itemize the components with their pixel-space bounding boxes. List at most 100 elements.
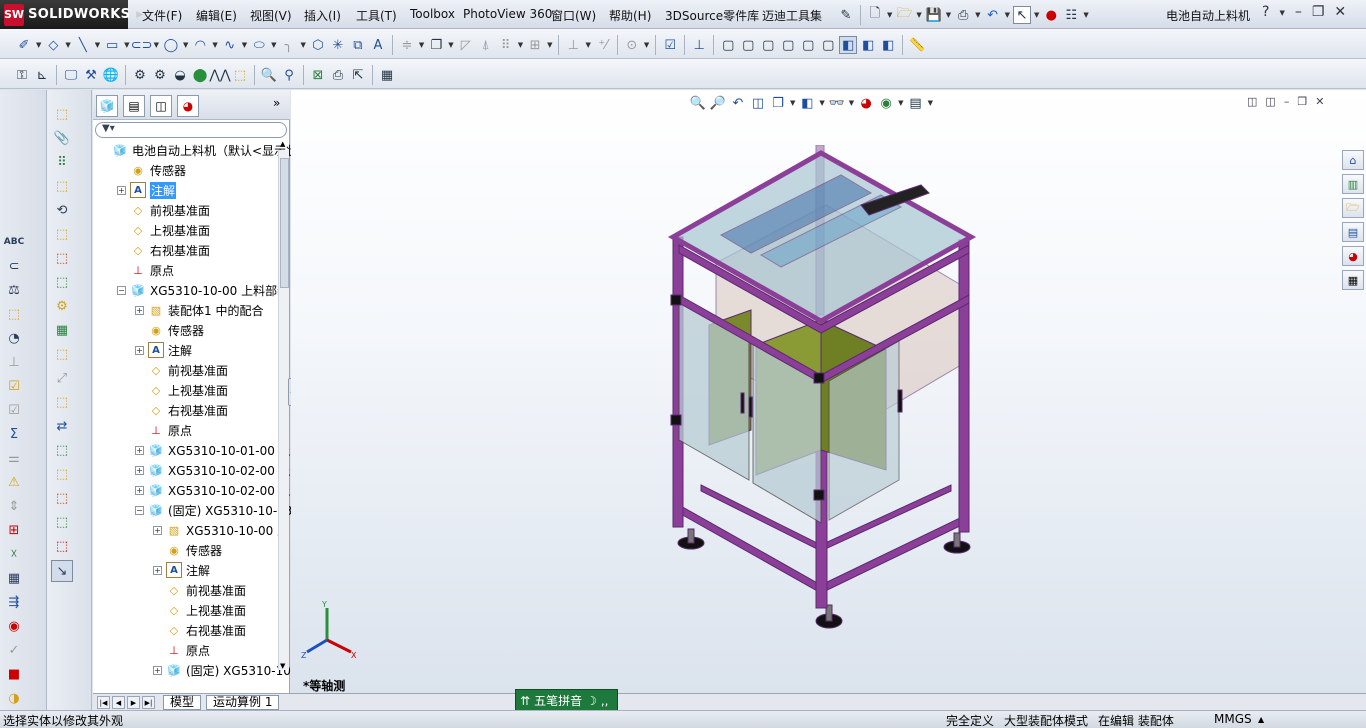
chevron-down-icon[interactable]: ▼ — [124, 41, 129, 49]
ime-arrow-icon[interactable]: ⇈ — [520, 694, 530, 708]
ime-name[interactable]: 五笔拼音 — [534, 692, 582, 709]
property-manager-tab-icon[interactable]: ▤ — [123, 95, 145, 117]
tree-item[interactable]: ◇ 上视基准面 — [135, 380, 228, 400]
polygon-icon[interactable]: ⬡ — [309, 36, 327, 54]
open-folder-icon[interactable]: 🗁 — [895, 6, 913, 24]
tree-item[interactable]: ◇ 右视基准面 — [117, 240, 210, 260]
tree-item[interactable]: − 🧊 XG5310-10-00 上料部装 — [117, 280, 289, 300]
chevron-down-icon[interactable]: ▼ — [419, 41, 424, 49]
next-tab-icon[interactable]: ▶ — [127, 696, 140, 709]
view-orientation-icon[interactable]: ❐ — [769, 94, 787, 112]
undo-icon[interactable]: ↶ — [984, 6, 1002, 24]
chevron-down-icon[interactable]: ▼ — [849, 99, 854, 107]
stamp-icon[interactable]: ⬚ — [52, 536, 72, 556]
chevron-down-icon[interactable]: ▼ — [887, 11, 892, 19]
shaded-icon[interactable]: ◧ — [859, 36, 877, 54]
hidden-lines-visible-icon[interactable]: ▢ — [739, 36, 757, 54]
zoom-to-fit-icon[interactable]: 🔍 — [689, 94, 707, 112]
text-icon[interactable]: A — [369, 36, 387, 54]
chevron-down-icon[interactable]: ▼ — [916, 11, 921, 19]
shaded-edges-icon[interactable]: ▢ — [779, 36, 797, 54]
file-properties-icon[interactable]: ☷ — [1062, 6, 1080, 24]
instant3d-icon[interactable]: ⬚ — [52, 392, 72, 412]
apply-scene-icon[interactable]: ◉ — [877, 94, 895, 112]
component-icon[interactable]: ⊞ — [4, 520, 24, 540]
design-library-icon[interactable]: ▥ — [1342, 174, 1364, 194]
linear-pattern-icon[interactable]: ⠿ — [497, 36, 515, 54]
routing-icon[interactable]: ⇶ — [4, 592, 24, 612]
chevron-down-icon[interactable]: ▼ — [1034, 11, 1039, 19]
move-component-icon[interactable]: ⬚ — [4, 304, 24, 324]
view-settings-icon[interactable]: ▤ — [907, 94, 925, 112]
scrollbar-thumb[interactable] — [280, 158, 289, 288]
checklist-icon[interactable]: ☑ — [4, 376, 24, 396]
appearances-icon[interactable]: ◕ — [1342, 246, 1364, 266]
reference-geometry-icon[interactable]: ⬚ — [52, 272, 72, 292]
appearance-icon[interactable]: ◑ — [4, 688, 24, 708]
section-view-icon[interactable]: ◫ — [749, 94, 767, 112]
move-entities-icon[interactable]: ⊞ — [526, 36, 544, 54]
feature-tree-tab-icon[interactable]: 🧊 — [96, 95, 118, 117]
tree-item[interactable]: + 🧊 XG5310-10-02-00 上 — [135, 460, 291, 480]
update-icon[interactable]: ⇄ — [52, 416, 72, 436]
expand-icon[interactable]: + — [135, 445, 144, 455]
tree-item[interactable]: + A 注解 — [117, 180, 177, 200]
exploded-view-icon[interactable]: ⬚ — [52, 344, 72, 364]
viewport-split-icon[interactable]: ◫ — [1247, 95, 1257, 108]
draft-quality-icon[interactable]: ▢ — [799, 36, 817, 54]
gear-settings-icon[interactable]: ⚙ — [151, 66, 169, 84]
punctuation-icon[interactable]: ,, — [601, 694, 609, 708]
chevron-down-icon[interactable]: ▼ — [585, 41, 590, 49]
bowl-icon[interactable]: ◒ — [171, 66, 189, 84]
filter-icon[interactable]: ▼▾ — [102, 123, 115, 134]
viewport-minimize-icon[interactable]: – — [1284, 95, 1290, 108]
tree-item[interactable]: + A 注解 — [153, 560, 210, 580]
export-icon[interactable]: ⇱ — [349, 66, 367, 84]
spelling-check-icon[interactable]: ABC — [4, 232, 24, 252]
chevron-down-icon[interactable]: ▼ — [448, 41, 453, 49]
sigma-icon[interactable]: Σ — [4, 424, 24, 444]
view-palette-icon[interactable]: ▤ — [1342, 222, 1364, 242]
tree-item[interactable]: ◉ 传感器 — [153, 540, 222, 560]
tree-item[interactable]: ◉ 传感器 — [117, 160, 186, 180]
expand-icon[interactable]: + — [153, 565, 162, 575]
print-icon[interactable]: ⎙ — [954, 6, 972, 24]
tab-model[interactable]: 模型 — [163, 695, 202, 710]
menu-edit[interactable]: 编辑(E) — [196, 7, 237, 24]
close-button[interactable]: ✕ — [1334, 4, 1346, 20]
calculator-icon[interactable]: ▦ — [378, 66, 396, 84]
bolt-icon[interactable]: ⊥ — [4, 352, 24, 372]
viewport-restore-icon[interactable]: ❐ — [1297, 95, 1307, 108]
menu-maidi[interactable]: 迈迪工具集 — [762, 7, 822, 24]
spring-icon[interactable]: ⋀⋀ — [209, 66, 230, 84]
tree-item[interactable]: ◇ 上视基准面 — [117, 220, 210, 240]
menu-toolbox[interactable]: Toolbox — [410, 7, 455, 21]
warning-icon[interactable]: ⚠ — [4, 472, 24, 492]
tree-item[interactable]: ⊥ 原点 — [153, 640, 210, 660]
chevron-down-icon[interactable]: ▼ — [212, 41, 217, 49]
tree-item[interactable]: ◉ 传感器 — [135, 320, 204, 340]
arrow-down-icon[interactable]: ↘ — [51, 560, 73, 582]
plane-icon[interactable]: ⧉ — [349, 36, 367, 54]
chevron-down-icon[interactable]: ▼ — [154, 41, 159, 49]
relation-icon[interactable]: ⊥ — [564, 36, 582, 54]
prev-tab-icon[interactable]: ◀ — [112, 696, 125, 709]
tree-scrollbar[interactable]: ▲ ▼ — [278, 140, 289, 670]
collapse-icon[interactable]: − — [117, 285, 126, 295]
perspective-icon[interactable]: ◧ — [879, 36, 897, 54]
scroll-down-icon[interactable]: ▼ — [280, 662, 285, 670]
menu-insert[interactable]: 插入(I) — [304, 7, 341, 24]
show-hidden-icon[interactable]: ⬚ — [52, 224, 72, 244]
excel-icon[interactable]: ⊠ — [309, 66, 327, 84]
chevron-down-icon[interactable]: ▼ — [819, 99, 824, 107]
ellipse-icon[interactable]: ⬭ — [250, 36, 268, 54]
chevron-down-icon[interactable]: ▼ — [1005, 11, 1010, 19]
quick-snaps-icon[interactable]: ⊙ — [623, 36, 641, 54]
new-document-icon[interactable]: 🗋 — [866, 6, 884, 24]
display-manager-tab-icon[interactable]: ◕ — [177, 95, 199, 117]
globe-icon[interactable]: 🌐 — [102, 66, 120, 84]
select-cursor-icon[interactable]: ↖ — [1012, 6, 1031, 24]
printer-icon[interactable]: ⎙ — [329, 66, 347, 84]
expand-icon[interactable]: + — [135, 305, 144, 315]
repair-sketch-icon[interactable]: ⁺⁄ — [594, 36, 612, 54]
